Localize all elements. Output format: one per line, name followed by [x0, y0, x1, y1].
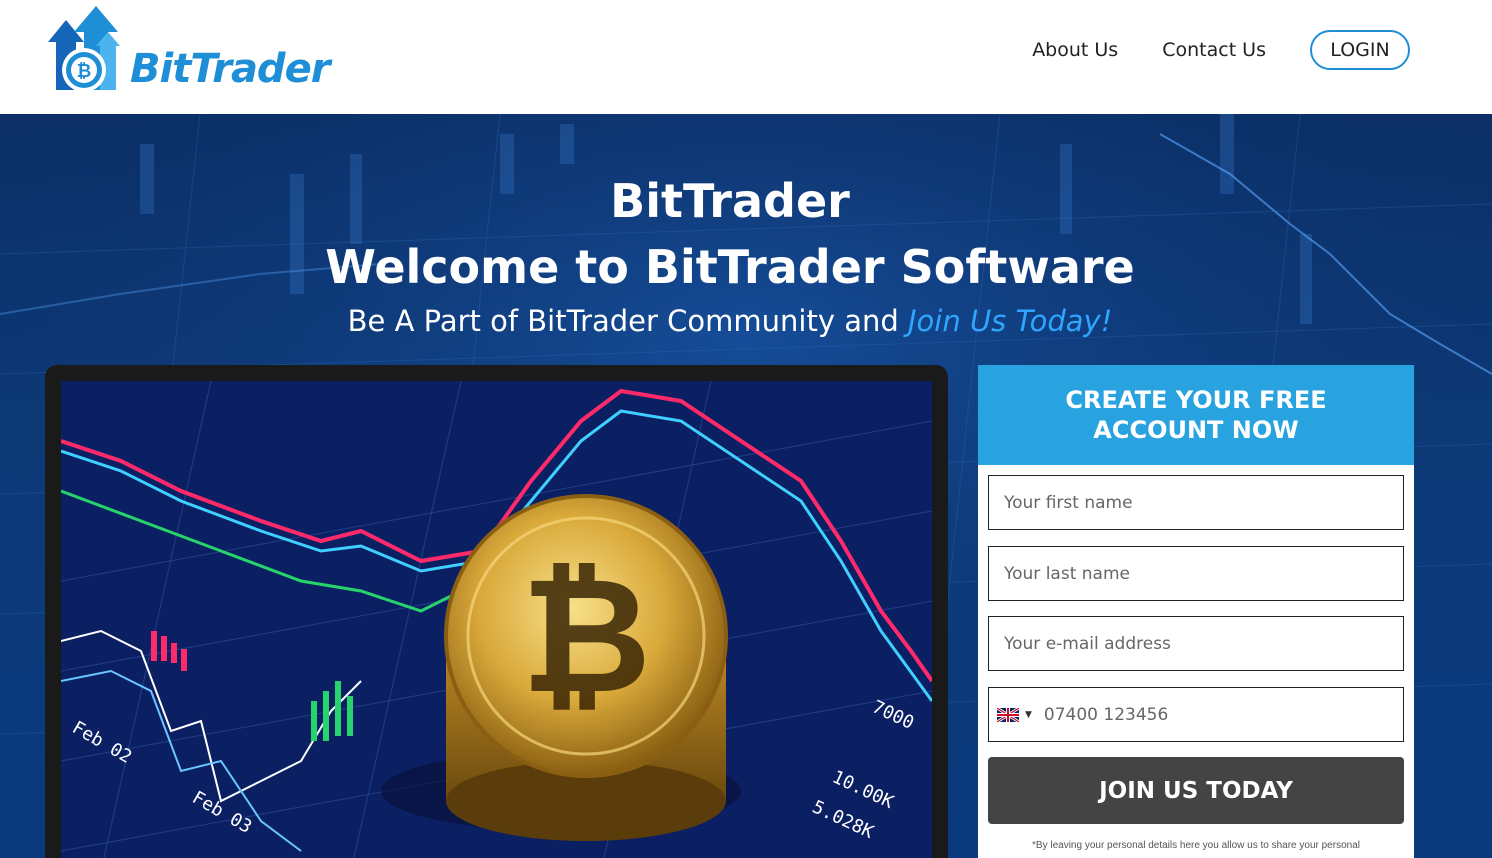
tagline-accent: Join Us Today! [908, 304, 1113, 338]
form-disclaimer: *By leaving your personal details here y… [1032, 840, 1360, 851]
hero-tagline: Be A Part of BitTrader Community and Joi… [0, 304, 1460, 338]
bitcoin-arrows-icon: ₿ [48, 6, 120, 92]
uk-flag-icon[interactable] [997, 707, 1019, 722]
form-heading-line2: ACCOUNT NOW [1093, 416, 1299, 444]
signup-form: CREATE YOUR FREE ACCOUNT NOW Your first … [978, 365, 1414, 858]
first-name-input[interactable]: Your first name [988, 475, 1404, 530]
svg-text:₿: ₿ [77, 61, 92, 82]
svg-text:₿: ₿ [521, 542, 651, 729]
phone-input[interactable]: ▼ 07400 123456 [988, 687, 1404, 742]
last-name-input[interactable]: Your last name [988, 546, 1404, 601]
tagline-prefix: Be A Part of BitTrader Community and [347, 304, 908, 338]
email-input[interactable]: Your e-mail address [988, 616, 1404, 671]
hero-section: BitTrader Welcome to BitTrader Software … [0, 114, 1492, 858]
form-heading: CREATE YOUR FREE ACCOUNT NOW [978, 365, 1414, 465]
login-button[interactable]: LOGIN [1310, 30, 1410, 70]
bitcoin-chart-photo: ₿ Feb 02 Feb 03 7000 10.00K 5.028K [61, 381, 932, 858]
join-button[interactable]: JOIN US TODAY [988, 757, 1404, 824]
top-nav: About Us Contact Us LOGIN [1032, 30, 1410, 70]
brand-name: BitTrader [130, 46, 330, 92]
nav-contact-link[interactable]: Contact Us [1162, 39, 1266, 61]
bitcoin-photo-art: ₿ Feb 02 Feb 03 7000 10.00K 5.028K [61, 381, 932, 858]
nav-about-link[interactable]: About Us [1032, 39, 1118, 61]
country-dropdown-caret-icon[interactable]: ▼ [1025, 710, 1032, 720]
hero-subtitle: Welcome to BitTrader Software [325, 240, 1135, 294]
form-heading-line1: CREATE YOUR FREE [1065, 386, 1327, 414]
hero-title: BitTrader [610, 174, 850, 228]
hero-image-frame: ₿ Feb 02 Feb 03 7000 10.00K 5.028K [45, 365, 948, 858]
brand-logo[interactable]: ₿ BitTrader [44, 6, 334, 96]
phone-placeholder: 07400 123456 [1043, 704, 1169, 725]
site-header: ₿ BitTrader About Us Contact Us LOGIN [0, 0, 1492, 114]
